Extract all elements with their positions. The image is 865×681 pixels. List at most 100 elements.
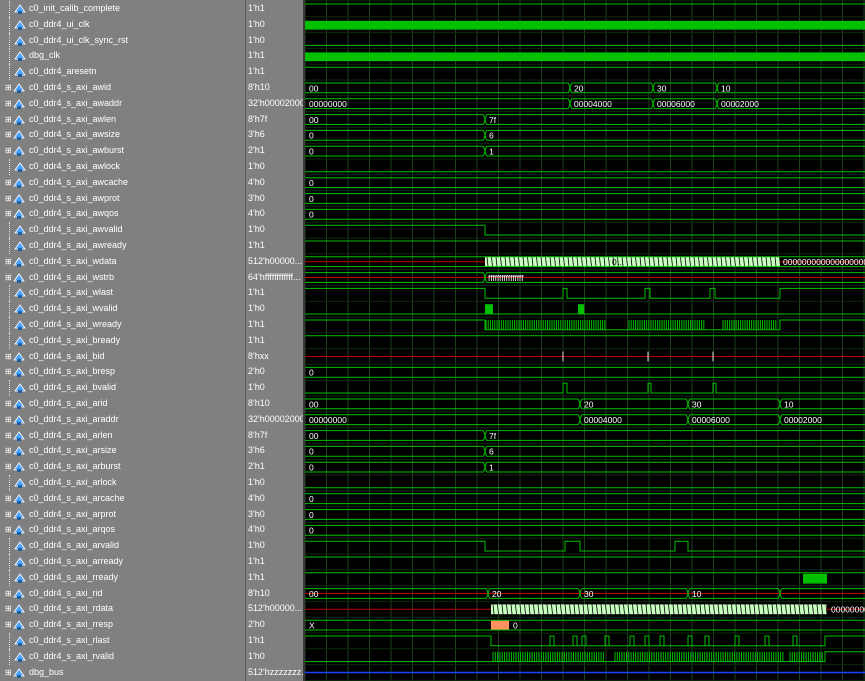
signal-value: 1'h1 — [248, 240, 265, 250]
expand-icon[interactable]: ⊞ — [5, 526, 12, 534]
expand-icon[interactable]: ⊞ — [5, 447, 12, 455]
signal-row[interactable]: ⊞ c0_ddr4_s_axi_awqos — [0, 206, 245, 222]
expand-icon[interactable]: ⊞ — [5, 589, 12, 598]
signal-row[interactable]: c0_ddr4_s_axi_bvalid — [0, 380, 245, 397]
signal-row[interactable]: ⊞ c0_ddr4_s_axi_rdata — [0, 601, 245, 617]
signal-value: 1'h1 — [248, 3, 265, 13]
bus-edge — [778, 398, 782, 409]
expand-icon[interactable]: ⊞ — [5, 273, 12, 282]
tree-line-icon — [9, 1, 11, 17]
signal-row[interactable]: ⊞ c0_ddr4_s_axi_arsize — [0, 443, 245, 459]
expand-icon[interactable]: ⊞ — [5, 99, 12, 108]
signal-trace — [803, 573, 827, 584]
signal-row[interactable]: ⊞ c0_ddr4_s_axi_bid — [0, 349, 245, 365]
bus-trace — [305, 461, 484, 473]
signal-row[interactable]: c0_ddr4_s_axi_arready — [0, 554, 245, 570]
expand-icon[interactable]: ⊞ — [5, 115, 12, 124]
signal-name-panel[interactable]: c0_init_calib_complete c0_ddr4_ui_clk c0_d… — [0, 0, 245, 681]
signal-row[interactable]: ⊞ c0_ddr4_s_axi_arqos — [0, 522, 245, 538]
bus-trace — [305, 445, 484, 457]
signal-row[interactable]: c0_init_calib_complete — [0, 1, 245, 17]
tree-line-icon — [9, 285, 11, 302]
signal-row[interactable]: ⊞ c0_ddr4_s_axi_arlen — [0, 428, 245, 444]
signal-row[interactable]: ⊞ c0_ddr4_s_axi_awprot — [0, 191, 245, 207]
signal-name: c0_ddr4_s_axi_awburst — [29, 145, 125, 156]
signal-row[interactable]: c0_ddr4_s_axi_wready — [0, 317, 245, 333]
bus-value-label: 00006000 — [657, 99, 695, 109]
signal-row[interactable]: ⊞ c0_ddr4_s_axi_awaddr — [0, 96, 245, 112]
expand-icon[interactable]: ⊞ — [5, 605, 12, 613]
expand-icon[interactable]: ⊞ — [5, 257, 12, 266]
signal-row[interactable]: ⊞ c0_ddr4_s_axi_arburst — [0, 459, 245, 475]
signal-row[interactable]: ⊞ dbg_bus — [0, 665, 245, 681]
bus-signal-icon — [13, 257, 25, 267]
tree-line-icon — [9, 222, 11, 239]
signal-row[interactable]: c0_ddr4_s_axi_rready — [0, 569, 245, 586]
signal-row[interactable]: ⊞ c0_ddr4_s_axi_bresp — [0, 364, 245, 380]
tree-line-icon — [9, 32, 11, 49]
signal-row[interactable]: c0_ddr4_s_axi_bready — [0, 332, 245, 349]
signal-row[interactable]: ⊞ c0_ddr4_s_axi_awlen — [0, 112, 245, 128]
signal-row[interactable]: ⊞ c0_ddr4_s_axi_awid — [0, 80, 245, 96]
expand-icon[interactable]: ⊞ — [5, 178, 12, 187]
signal-icon — [14, 35, 26, 46]
signal-row[interactable]: c0_ddr4_s_axi_wlast — [0, 285, 245, 302]
signal-row[interactable]: c0_ddr4_s_axi_awvalid — [0, 222, 245, 239]
signal-row[interactable]: c0_ddr4_aresetn — [0, 64, 245, 81]
expand-icon[interactable]: ⊞ — [5, 147, 12, 155]
signal-row[interactable]: c0_ddr4_s_axi_arvalid — [0, 538, 245, 555]
tree-line-icon — [9, 159, 11, 175]
signal-row[interactable]: ⊞ c0_ddr4_s_axi_arcache — [0, 491, 245, 507]
expand-icon[interactable]: ⊞ — [5, 621, 12, 629]
expand-icon[interactable]: ⊞ — [5, 415, 12, 424]
waveform-canvas[interactable]: 00 20 30 10 00000000 00004000 00006000 00002000… — [305, 0, 865, 681]
expand-icon[interactable]: ⊞ — [5, 84, 12, 92]
signal-row[interactable]: c0_ddr4_ui_clk — [0, 16, 245, 33]
signal-value: 8'h7f — [248, 429, 268, 440]
signal-row[interactable]: c0_ddr4_s_axi_wvalid — [0, 301, 245, 318]
bus-signal-icon — [13, 114, 25, 125]
signal-value: 1'h1 — [248, 571, 265, 582]
signal-row[interactable]: c0_ddr4_s_axi_rvalid — [0, 648, 245, 665]
signal-name: c0_ddr4_s_axi_bresp — [29, 366, 116, 377]
signal-row[interactable]: ⊞ c0_ddr4_s_axi_rid — [0, 586, 245, 602]
bus-edge — [483, 462, 487, 473]
signal-row[interactable]: c0_ddr4_s_axi_awlock — [0, 159, 245, 175]
signal-value-panel[interactable]: 1'h1 1'h0 1'h0 1'h1 1'h1 8'h10 32'h00002000 8'h… — [246, 0, 303, 681]
signal-row[interactable]: ⊞ c0_ddr4_s_axi_wstrb — [0, 270, 245, 286]
expand-icon[interactable]: ⊞ — [5, 131, 12, 139]
signal-row[interactable]: c0_ddr4_s_axi_rlast — [0, 633, 245, 649]
signal-row[interactable]: ⊞ c0_ddr4_s_axi_araddr — [0, 412, 245, 428]
signal-row[interactable]: ⊞ c0_ddr4_s_axi_awsize — [0, 127, 245, 143]
signal-row[interactable]: c0_ddr4_s_axi_awready — [0, 238, 245, 254]
expand-icon[interactable]: ⊞ — [5, 668, 12, 677]
expand-icon[interactable]: ⊞ — [5, 194, 12, 203]
signal-icon — [14, 478, 26, 488]
signal-row[interactable]: c0_ddr4_ui_clk_sync_rst — [0, 32, 245, 49]
expand-icon[interactable]: ⊞ — [5, 510, 12, 519]
signal-row[interactable]: ⊞ c0_ddr4_s_axi_awburst — [0, 143, 245, 159]
expand-icon[interactable]: ⊞ — [5, 400, 12, 408]
signal-trace — [549, 635, 555, 646]
bus-value-label: 0 — [309, 194, 314, 204]
signal-name: c0_ddr4_s_axi_awvalid — [29, 224, 123, 235]
signal-row[interactable]: ⊞ c0_ddr4_s_axi_awcache — [0, 175, 245, 191]
signal-icon — [14, 557, 26, 567]
signal-row[interactable]: ⊞ c0_ddr4_s_axi_arid — [0, 396, 245, 412]
signal-row[interactable]: c0_ddr4_s_axi_arlock — [0, 475, 245, 491]
expand-icon[interactable]: ⊞ — [5, 210, 12, 218]
signal-value: 1'h0 — [248, 34, 265, 45]
signal-row[interactable]: ⊞ c0_ddr4_s_axi_wdata — [0, 254, 245, 270]
expand-icon[interactable]: ⊞ — [5, 463, 12, 471]
bus-value-label: 0 — [309, 147, 314, 157]
expand-icon[interactable]: ⊞ — [5, 352, 12, 361]
signal-row[interactable]: dbg_clk — [0, 48, 245, 65]
tree-line-icon — [9, 569, 11, 586]
signal-icon — [14, 304, 26, 315]
expand-icon[interactable]: ⊞ — [5, 368, 12, 376]
signal-row[interactable]: ⊞ c0_ddr4_s_axi_rresp — [0, 617, 245, 633]
signal-row[interactable]: ⊞ c0_ddr4_s_axi_arprot — [0, 507, 245, 523]
expand-icon[interactable]: ⊞ — [5, 494, 12, 503]
bus-signal-icon — [13, 130, 25, 141]
expand-icon[interactable]: ⊞ — [5, 431, 12, 440]
